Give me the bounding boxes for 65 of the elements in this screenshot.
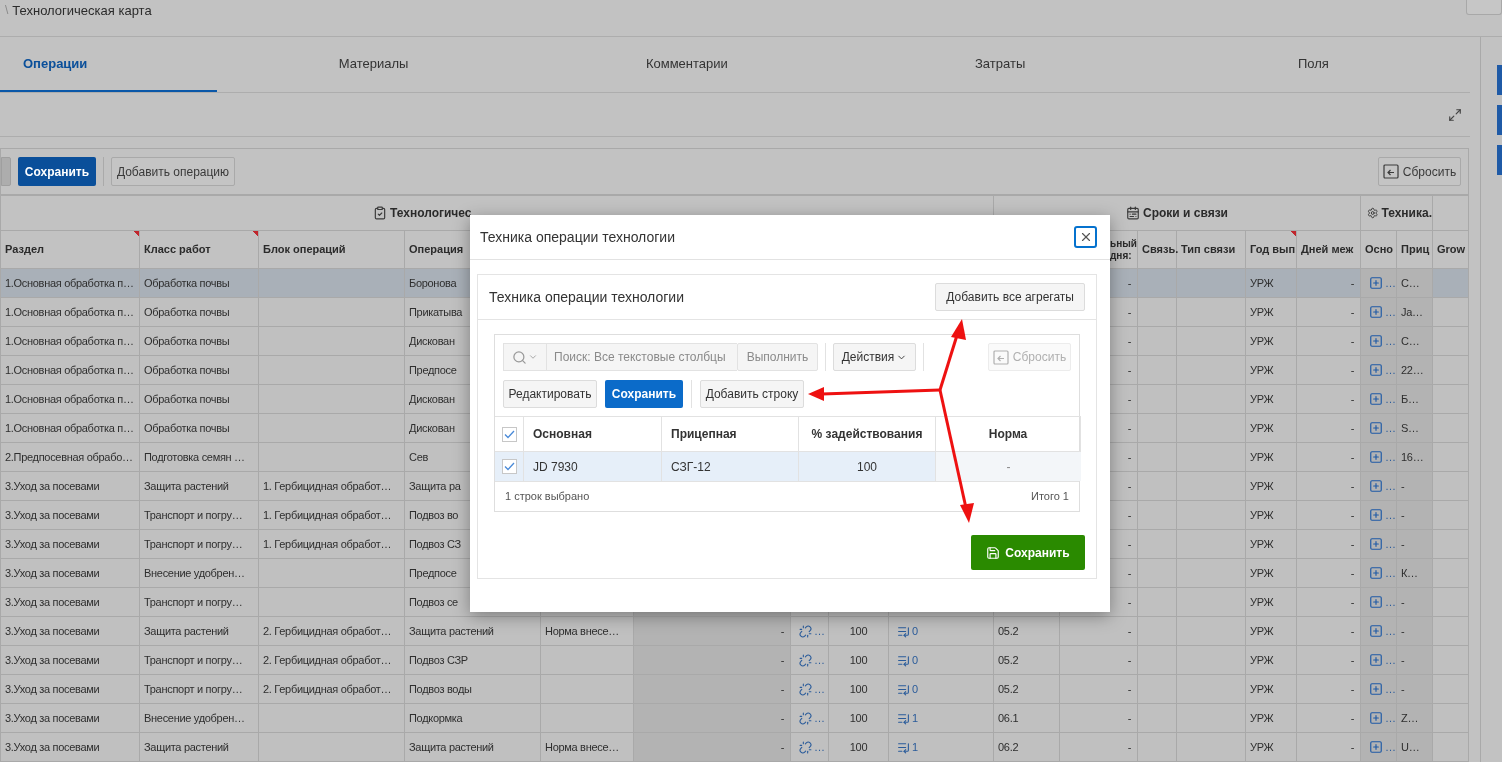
cell-text: … bbox=[1385, 536, 1396, 552]
cell-text: … bbox=[814, 681, 825, 697]
cell-text: … bbox=[1385, 362, 1396, 378]
table-cell: Ja… bbox=[1397, 298, 1433, 327]
table-cell: - bbox=[634, 675, 791, 704]
table-cell: - bbox=[634, 704, 791, 733]
cell-text: 0 bbox=[912, 652, 918, 668]
cell-text: … bbox=[1385, 275, 1396, 291]
cell-text: … bbox=[1385, 449, 1396, 465]
table-cell: СЗГ-12 bbox=[662, 452, 799, 481]
table-cell: 06.2 bbox=[994, 733, 1060, 762]
table-cell: 22… bbox=[1397, 356, 1433, 385]
cell-text: … bbox=[1385, 739, 1396, 755]
table-cell: - bbox=[1397, 472, 1433, 501]
table-cell: - bbox=[1397, 646, 1433, 675]
table-cell: 100 bbox=[829, 733, 889, 762]
cell-text: … bbox=[1385, 391, 1396, 407]
cell-text: … bbox=[1385, 710, 1396, 726]
page-title: Технологическая карта bbox=[11, 2, 152, 20]
cell-text: … bbox=[1385, 507, 1396, 523]
table-cell: - bbox=[1397, 675, 1433, 704]
table-cell: - bbox=[1397, 530, 1433, 559]
table-cell: Z… bbox=[1397, 704, 1433, 733]
column-group-header: Техника. bbox=[1381, 205, 1432, 222]
table-cell: УРЖ bbox=[1246, 733, 1297, 762]
table-cell: JD 7930 bbox=[524, 452, 662, 481]
table-cell: U… bbox=[1397, 733, 1433, 762]
cell-text: … bbox=[1385, 333, 1396, 349]
table-cell: - bbox=[634, 733, 791, 762]
cell-text: … bbox=[1385, 304, 1396, 320]
cell-text: … bbox=[814, 652, 825, 668]
cell-text: … bbox=[1385, 420, 1396, 436]
cell-text: … bbox=[1385, 623, 1396, 639]
cell-text: … bbox=[814, 710, 825, 726]
dialog-title: Техника операции технологии bbox=[480, 227, 675, 247]
table-cell: - bbox=[1397, 617, 1433, 646]
column-group-header: Технологичес bbox=[390, 205, 472, 222]
breadcrumb-separator: \ bbox=[4, 2, 9, 19]
table-cell: - bbox=[634, 617, 791, 646]
table-cell: Б… bbox=[1397, 385, 1433, 414]
table-cell: - bbox=[634, 646, 791, 675]
cell-text: … bbox=[1385, 652, 1396, 668]
table-cell: S… bbox=[1397, 414, 1433, 443]
table-cell: - bbox=[1060, 733, 1138, 762]
cell-text: … bbox=[1385, 681, 1396, 697]
table-cell: С… bbox=[1397, 327, 1433, 356]
table-cell: - bbox=[1397, 501, 1433, 530]
cell-text: 1 bbox=[912, 739, 918, 755]
table-cell: К… bbox=[1397, 559, 1433, 588]
cell-text: … bbox=[1385, 565, 1396, 581]
cell-text: 0 bbox=[912, 681, 918, 697]
column-group-header: Сроки и связи bbox=[1143, 205, 1228, 222]
cell-text: … bbox=[814, 739, 825, 755]
cell-text: 0 bbox=[912, 623, 918, 639]
cell-text: … bbox=[1385, 478, 1396, 494]
table-cell: Защита растений bbox=[140, 733, 259, 762]
table-cell: Защита растений bbox=[405, 733, 541, 762]
table-cell: С… bbox=[1397, 269, 1433, 298]
cell-text: … bbox=[814, 623, 825, 639]
table-cell: - bbox=[936, 452, 1081, 481]
table-cell: 3.Уход за посевами bbox=[1, 733, 140, 762]
table-cell: 16… bbox=[1397, 443, 1433, 472]
cell-text: … bbox=[1385, 594, 1396, 610]
table-cell: - bbox=[1397, 588, 1433, 617]
cell-text: 1 bbox=[912, 710, 918, 726]
